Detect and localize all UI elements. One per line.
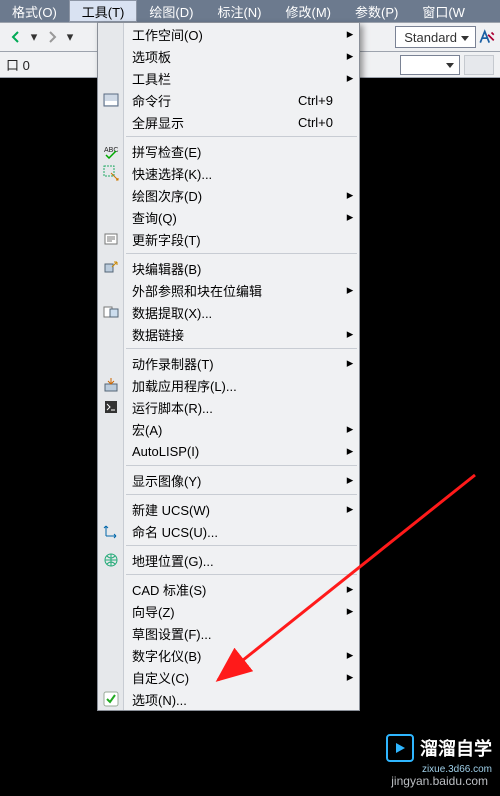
submenu-arrow-icon: ▸: [341, 647, 359, 663]
back-button[interactable]: [4, 26, 28, 48]
submenu-arrow-icon: ▸: [341, 443, 359, 459]
secondary-combo[interactable]: [400, 55, 460, 75]
blockeditor-icon: [98, 257, 124, 279]
menu-cadstandards[interactable]: CAD 标准(S)▸: [98, 578, 359, 600]
loadapp-icon: [98, 374, 124, 396]
menu-blockeditor[interactable]: 块编辑器(B): [98, 257, 359, 279]
menu-separator: [126, 253, 357, 254]
submenu-arrow-icon: ▸: [341, 501, 359, 517]
forward-dropdown-icon[interactable]: ▾: [64, 29, 76, 45]
menu-autolisp[interactable]: AutoLISP(I)▸: [98, 440, 359, 462]
watermark: 溜溜自学 zixue.3d66.com: [386, 734, 492, 762]
menu-annotate[interactable]: 标注(N): [205, 0, 273, 22]
menu-separator: [126, 465, 357, 466]
commandline-icon: [98, 89, 124, 111]
submenu-arrow-icon: ▸: [341, 581, 359, 597]
accel-text: Ctrl+0: [298, 115, 341, 130]
menu-params[interactable]: 参数(P): [343, 0, 410, 22]
quickselect-icon: [98, 162, 124, 184]
menu-palettes[interactable]: 选项板▸: [98, 45, 359, 67]
menu-dataextract[interactable]: 数据提取(X)...: [98, 301, 359, 323]
forward-button[interactable]: [40, 26, 64, 48]
dataextract-icon: [98, 301, 124, 323]
menu-separator: [126, 494, 357, 495]
menu-separator: [126, 348, 357, 349]
runscript-icon: [98, 396, 124, 418]
style-select[interactable]: Standard: [395, 26, 476, 48]
submenu-arrow-icon: ▸: [341, 326, 359, 342]
submenu-arrow-icon: ▸: [341, 70, 359, 86]
menu-draftsettings[interactable]: 草图设置(F)...: [98, 622, 359, 644]
submenu-arrow-icon: ▸: [341, 26, 359, 42]
text-style-icon[interactable]: [478, 28, 496, 46]
source-text: jingyan.baidu.com: [391, 774, 488, 788]
submenu-arrow-icon: ▸: [341, 603, 359, 619]
menu-draw[interactable]: 绘图(D): [137, 0, 205, 22]
menu-fullscreen[interactable]: 全屏显示Ctrl+0: [98, 111, 359, 133]
submenu-arrow-icon: ▸: [341, 282, 359, 298]
watermark-text: 溜溜自学: [420, 735, 492, 761]
menu-separator: [126, 545, 357, 546]
menu-displayimage[interactable]: 显示图像(Y)▸: [98, 469, 359, 491]
menu-window[interactable]: 窗口(W: [410, 0, 477, 22]
menu-draworder[interactable]: 绘图次序(D)▸: [98, 184, 359, 206]
menu-separator: [126, 136, 357, 137]
update-fields-icon: [98, 228, 124, 250]
menu-newucs[interactable]: 新建 UCS(W)▸: [98, 498, 359, 520]
menu-updatefields[interactable]: 更新字段(T): [98, 228, 359, 250]
menu-xref-edit[interactable]: 外部参照和块在位编辑▸: [98, 279, 359, 301]
ucs-icon: [98, 520, 124, 542]
menu-query[interactable]: 查询(Q)▸: [98, 206, 359, 228]
submenu-arrow-icon: ▸: [341, 421, 359, 437]
svg-text:ABC: ABC: [104, 147, 118, 154]
tools-dropdown: 工作空间(O)▸ 选项板▸ 工具栏▸ 命令行Ctrl+9 全屏显示Ctrl+0 …: [97, 22, 360, 711]
menu-loadapp[interactable]: 加载应用程序(L)...: [98, 374, 359, 396]
submenu-arrow-icon: ▸: [341, 472, 359, 488]
globe-icon: [98, 549, 124, 571]
menubar: 格式(O) 工具(T) 绘图(D) 标注(N) 修改(M) 参数(P) 窗口(W: [0, 0, 500, 22]
menu-modify[interactable]: 修改(M): [273, 0, 343, 22]
menu-spellcheck[interactable]: ABC拼写检查(E): [98, 140, 359, 162]
menu-format[interactable]: 格式(O): [0, 0, 69, 22]
menu-actionrecorder[interactable]: 动作录制器(T)▸: [98, 352, 359, 374]
menu-options[interactable]: 选项(N)...: [98, 688, 359, 710]
submenu-arrow-icon: ▸: [341, 669, 359, 685]
menu-macro[interactable]: 宏(A)▸: [98, 418, 359, 440]
layer-indicator[interactable]: 口 0: [6, 55, 30, 74]
menu-runscript[interactable]: 运行脚本(R)...: [98, 396, 359, 418]
menu-namedaucs[interactable]: 命名 UCS(U)...: [98, 520, 359, 542]
accel-text: Ctrl+9: [298, 93, 341, 108]
menu-datalink[interactable]: 数据链接▸: [98, 323, 359, 345]
menu-separator: [126, 574, 357, 575]
back-dropdown-icon[interactable]: ▾: [28, 29, 40, 45]
menu-customize[interactable]: 自定义(C)▸: [98, 666, 359, 688]
menu-commandline[interactable]: 命令行Ctrl+9: [98, 89, 359, 111]
menu-tools[interactable]: 工具(T): [69, 0, 138, 22]
menu-toolbars[interactable]: 工具栏▸: [98, 67, 359, 89]
menu-digitizer[interactable]: 数字化仪(B)▸: [98, 644, 359, 666]
layer-label: 口 0: [6, 55, 30, 74]
menu-geolocation[interactable]: 地理位置(G)...: [98, 549, 359, 571]
menu-wizard[interactable]: 向导(Z)▸: [98, 600, 359, 622]
spellcheck-icon: ABC: [98, 140, 124, 162]
menu-quickselect[interactable]: 快速选择(K)...: [98, 162, 359, 184]
play-icon: [386, 734, 414, 762]
style-value: Standard: [404, 30, 457, 45]
submenu-arrow-icon: ▸: [341, 48, 359, 64]
secondary-buttons[interactable]: [464, 55, 494, 75]
menu-workspace[interactable]: 工作空间(O)▸: [98, 23, 359, 45]
submenu-arrow-icon: ▸: [341, 355, 359, 371]
submenu-arrow-icon: ▸: [341, 209, 359, 225]
submenu-arrow-icon: ▸: [341, 187, 359, 203]
check-icon: [98, 688, 124, 710]
